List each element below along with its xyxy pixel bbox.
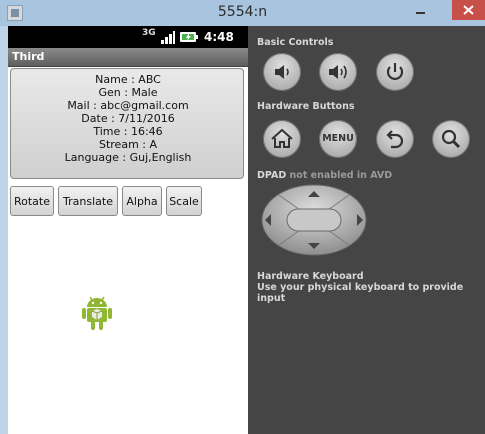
info-gender: Gen : Male [98,86,158,99]
hardware-keyboard-info: Hardware Keyboard Use your physical keyb… [257,271,485,304]
volume-up-button[interactable] [319,53,357,91]
info-time: Time : 16:46 [93,125,163,138]
info-name: Name : ABC [95,73,161,86]
battery-icon [180,32,198,42]
volume-down-button[interactable] [263,53,301,91]
back-icon [386,130,404,149]
scale-button[interactable]: Scale [166,186,202,216]
emulator-screen[interactable]: 3G 4:48 PM Third Name : ABC Gen : Male M… [8,26,248,434]
network-type-icon: 3G [142,28,156,38]
hardware-keyboard-title: Hardware Keyboard [257,271,364,282]
activity-title: Third [12,50,45,63]
info-mail: Mail : abc@gmail.com [67,99,189,112]
window-titlebar: 5554:n [0,0,485,26]
search-icon [441,129,461,149]
info-panel: Name : ABC Gen : Male Mail : abc@gmail.c… [10,68,244,179]
home-button[interactable] [263,120,301,158]
search-button[interactable] [432,120,470,158]
power-icon [386,63,404,80]
alpha-button[interactable]: Alpha [122,186,162,216]
info-stream: Stream : A [98,138,158,151]
controls-panel: Basic Controls Hardware Buttons MENU DPA… [248,26,485,434]
home-icon [271,128,293,148]
status-bar: 3G 4:48 PM [8,26,248,57]
android-robot-icon [82,296,112,330]
info-language: Language : Guj,English [64,151,192,164]
power-button[interactable] [376,53,414,91]
basic-controls-heading: Basic Controls [257,37,334,48]
hardware-keyboard-note: Use your physical keyboard to provide in… [257,282,464,304]
dpad-heading: DPAD not enabled in AVD [257,170,393,181]
app-titlebar: Third [8,48,248,67]
minimize-button[interactable] [408,0,434,20]
translate-button[interactable]: Translate [58,186,118,216]
close-icon [463,5,474,15]
volume-down-icon [275,65,289,79]
rotate-button[interactable]: Rotate [10,186,54,216]
volume-up-icon [329,65,347,79]
signal-icon [161,31,175,44]
menu-button[interactable]: MENU [319,120,357,158]
dpad-control[interactable] [261,184,367,256]
hardware-buttons-heading: Hardware Buttons [257,101,355,112]
back-button[interactable] [376,120,414,158]
info-date: Date : 7/11/2016 [81,112,175,125]
close-button[interactable] [452,0,485,20]
